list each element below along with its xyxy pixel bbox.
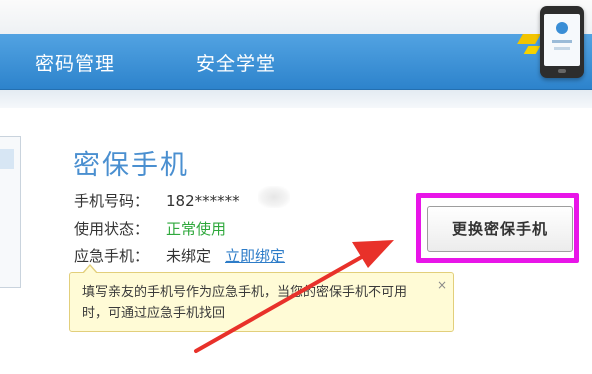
annotation-arrow (194, 240, 394, 353)
arrow-head (352, 240, 394, 268)
arrow-shaft (194, 248, 376, 353)
